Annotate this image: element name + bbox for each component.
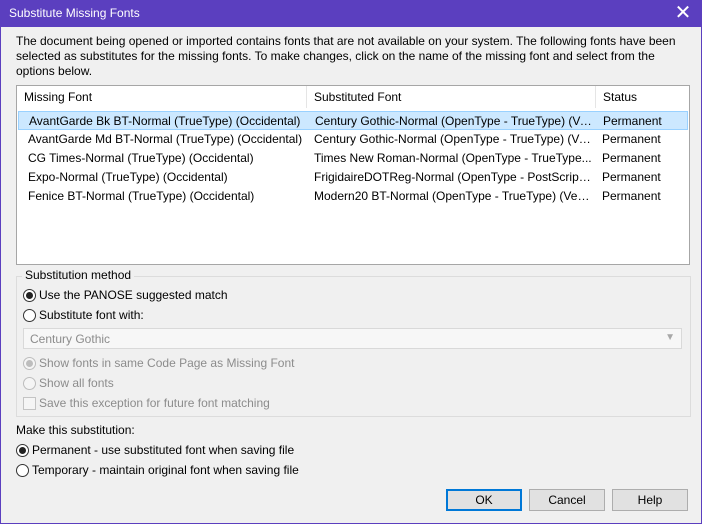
close-icon[interactable]: ✕ <box>665 1 701 27</box>
missing-font-cell: AvantGarde Bk BT-Normal (TrueType) (Occi… <box>29 114 301 128</box>
permanent-radio[interactable] <box>16 444 29 457</box>
help-button[interactable]: Help <box>612 489 688 511</box>
substituted-font-cell: Century Gothic-Normal (OpenType - TrueTy… <box>314 132 592 146</box>
column-header-status[interactable]: Status <box>596 86 689 108</box>
window-title: Substitute Missing Fonts <box>9 6 140 20</box>
show-all-fonts-radio[interactable] <box>23 377 36 390</box>
column-header-substituted-font[interactable]: Substituted Font <box>307 86 596 108</box>
ok-button[interactable]: OK <box>446 489 522 511</box>
font-substitution-list[interactable]: Missing Font Substituted Font Status Ava… <box>16 85 690 265</box>
table-row[interactable]: Fenice BT-Normal (TrueType) (Occidental)… <box>18 187 688 206</box>
temporary-radio[interactable] <box>16 464 29 477</box>
column-header-missing-font[interactable]: Missing Font <box>17 86 307 108</box>
description-text: The document being opened or imported co… <box>16 34 676 78</box>
show-all-fonts-label[interactable]: Show all fonts <box>39 376 114 390</box>
show-same-codepage-label[interactable]: Show fonts in same Code Page as Missing … <box>39 356 294 370</box>
status-cell: Permanent <box>602 189 661 203</box>
table-row[interactable]: AvantGarde Bk BT-Normal (TrueType) (Occi… <box>18 111 688 130</box>
save-exception-checkbox[interactable] <box>23 397 36 410</box>
missing-font-cell: Fenice BT-Normal (TrueType) (Occidental) <box>28 189 255 203</box>
table-row[interactable]: Expo-Normal (TrueType) (Occidental) Frig… <box>18 168 688 187</box>
substitute-font-value: Century Gothic <box>30 332 111 346</box>
substituted-font-cell: Century Gothic-Normal (OpenType - TrueTy… <box>315 114 593 128</box>
substituted-font-cell: Times New Roman-Normal (OpenType - TrueT… <box>314 151 592 165</box>
status-cell: Permanent <box>602 170 661 184</box>
temporary-label[interactable]: Temporary - maintain original font when … <box>32 463 299 477</box>
missing-font-cell: AvantGarde Md BT-Normal (TrueType) (Occi… <box>28 132 303 146</box>
substitute-font-dropdown[interactable]: Century Gothic ▼ <box>23 328 682 349</box>
status-cell: Permanent <box>603 114 662 128</box>
substitute-font-label[interactable]: Substitute font with: <box>39 308 144 322</box>
substitution-method-title: Substitution method <box>22 268 135 282</box>
substituted-font-cell: Modern20 BT-Normal (OpenType - TrueType)… <box>314 189 592 203</box>
table-row[interactable]: CG Times-Normal (TrueType) (Occidental) … <box>18 149 688 168</box>
save-exception-label[interactable]: Save this exception for future font matc… <box>39 396 270 410</box>
missing-font-cell: Expo-Normal (TrueType) (Occidental) <box>28 170 228 184</box>
substituted-font-cell: FrigidaireDOTReg-Normal (OpenType - Post… <box>314 170 592 184</box>
chevron-down-icon: ▼ <box>665 332 675 343</box>
substitute-font-radio[interactable] <box>23 309 36 322</box>
permanent-label[interactable]: Permanent - use substituted font when sa… <box>32 443 294 457</box>
substitute-missing-fonts-dialog: Substitute Missing Fonts ✕ The document … <box>0 0 702 524</box>
show-same-codepage-radio[interactable] <box>23 357 36 370</box>
use-panose-label[interactable]: Use the PANOSE suggested match <box>39 288 228 302</box>
use-panose-radio[interactable] <box>23 289 36 302</box>
status-cell: Permanent <box>602 151 661 165</box>
status-cell: Permanent <box>602 132 661 146</box>
title-bar: Substitute Missing Fonts ✕ <box>1 1 701 27</box>
table-row[interactable]: AvantGarde Md BT-Normal (TrueType) (Occi… <box>18 130 688 149</box>
missing-font-cell: CG Times-Normal (TrueType) (Occidental) <box>28 151 254 165</box>
cancel-button[interactable]: Cancel <box>529 489 605 511</box>
make-substitution-label: Make this substitution: <box>16 423 135 437</box>
